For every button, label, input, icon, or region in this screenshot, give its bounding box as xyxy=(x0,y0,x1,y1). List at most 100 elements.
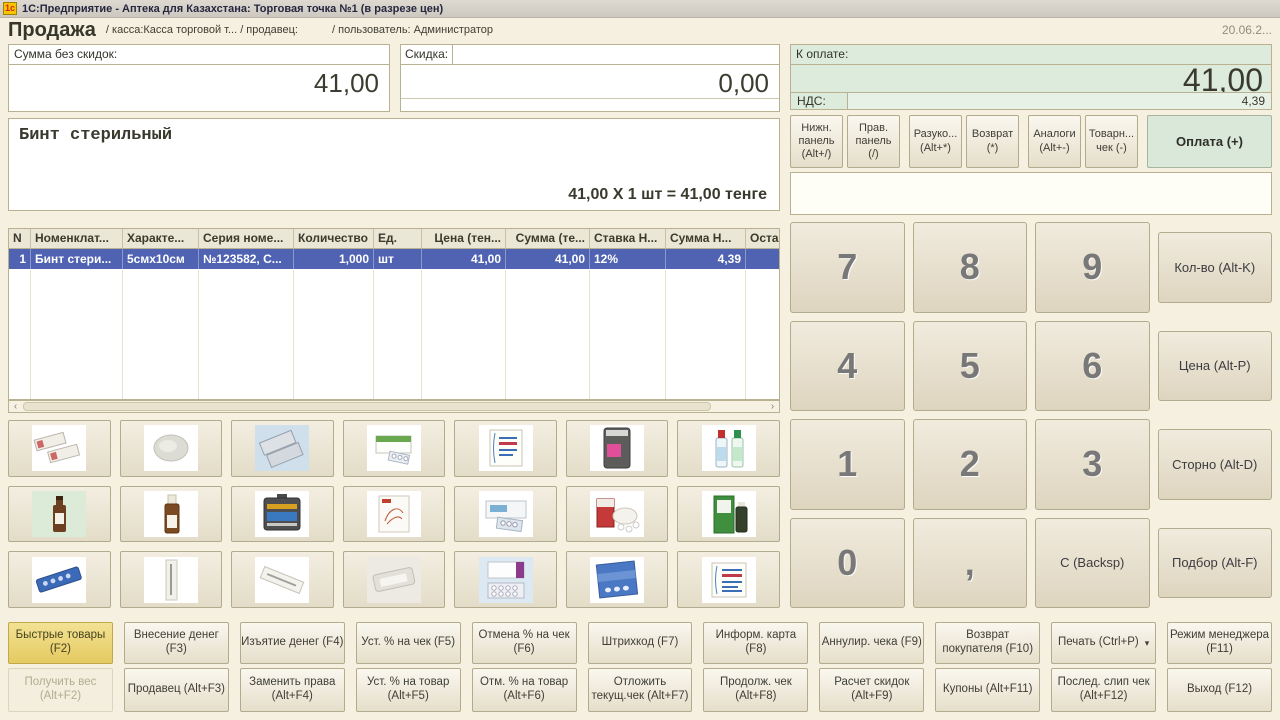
goods-check-button[interactable]: Товарн... чек (-) xyxy=(1085,115,1138,168)
numpad-comma[interactable]: , xyxy=(913,518,1028,609)
bottom-panel-button[interactable]: Нижн. панель (Alt+/) xyxy=(790,115,843,168)
quantity-button[interactable]: Кол-во (Alt-K) xyxy=(1158,232,1273,303)
product-button[interactable] xyxy=(454,420,557,477)
page-header: Продажа / касса:Касса торговой т... / пр… xyxy=(0,18,1280,42)
analogs-button[interactable]: Аналоги (Alt+-) xyxy=(1028,115,1081,168)
hold-check-button[interactable]: Отложить текущ.чек (Alt+F7) xyxy=(588,668,693,712)
discount-extra-field xyxy=(401,98,779,111)
numpad-input[interactable] xyxy=(790,172,1272,215)
bandage-box-pair-photo xyxy=(32,425,86,471)
title-bar: 1с 1С:Предприятие - Аптека для Казахстан… xyxy=(0,0,1280,18)
return-button[interactable]: Возврат (*) xyxy=(966,115,1019,168)
product-button[interactable] xyxy=(8,486,111,543)
seller-button[interactable]: Продавец (Alt+F3) xyxy=(124,668,229,712)
purple-box-blister-photo xyxy=(479,557,533,603)
numpad-8[interactable]: 8 xyxy=(913,222,1028,313)
product-button[interactable] xyxy=(231,420,334,477)
unpack-button[interactable]: Разуко... (Alt+*) xyxy=(909,115,962,168)
product-button[interactable] xyxy=(566,420,669,477)
thermometer-case-photo xyxy=(144,557,198,603)
numpad-2[interactable]: 2 xyxy=(913,419,1028,510)
continue-check-button[interactable]: Продолж. чек (Alt+F8) xyxy=(703,668,808,712)
product-button[interactable] xyxy=(454,486,557,543)
barcode-button[interactable]: Штрихкод (F7) xyxy=(588,622,693,664)
info-card-button[interactable]: Информ. карта (F8) xyxy=(703,622,808,664)
price-button[interactable]: Цена (Alt-P) xyxy=(1158,331,1273,402)
last-slip-button[interactable]: Послед. слип чек (Alt+F12) xyxy=(1051,668,1156,712)
numpad-5[interactable]: 5 xyxy=(913,321,1028,412)
page-title: Продажа xyxy=(8,20,96,40)
table-row[interactable]: 1 Бинт стери... 5смх10см №123582, С... 1… xyxy=(9,249,779,269)
numpad-7[interactable]: 7 xyxy=(790,222,905,313)
spray-can-pair-photo xyxy=(702,425,756,471)
storno-button[interactable]: Сторно (Alt-D) xyxy=(1158,429,1273,500)
numpad-0[interactable]: 0 xyxy=(790,518,905,609)
product-name: Бинт стерильный xyxy=(9,119,779,145)
product-button[interactable] xyxy=(8,420,111,477)
scroll-right-icon[interactable]: › xyxy=(766,401,779,412)
product-button[interactable] xyxy=(566,551,669,608)
product-button[interactable] xyxy=(343,420,446,477)
right-panel-button[interactable]: Прав. панель (/) xyxy=(847,115,900,168)
product-button[interactable] xyxy=(566,486,669,543)
pay-button[interactable]: Оплата (+) xyxy=(1147,115,1272,168)
dark-bag-pink-label-photo xyxy=(590,425,644,471)
coupons-button[interactable]: Купоны (Alt+F11) xyxy=(935,668,1040,712)
customer-return-button[interactable]: Возврат покупателя (F10) xyxy=(935,622,1040,664)
product-button[interactable] xyxy=(120,420,223,477)
table-horizontal-scrollbar[interactable]: ‹ › xyxy=(8,400,780,413)
product-button[interactable] xyxy=(677,420,780,477)
vat-label: НДС: xyxy=(791,93,847,109)
cash-out-button[interactable]: Изъятие денег (F4) xyxy=(240,622,345,664)
blue-blister-strip-photo xyxy=(32,557,86,603)
user-info: / пользователь: Администратор xyxy=(332,24,493,36)
cancel-check-discount-button[interactable]: Отмена % на чек (F6) xyxy=(472,622,577,664)
print-button[interactable]: Печать (Ctrl+P)▾ xyxy=(1051,622,1156,664)
sum-panel: Сумма без скидок: 41,00 xyxy=(8,44,390,112)
product-button[interactable] xyxy=(677,551,780,608)
product-button[interactable] xyxy=(231,486,334,543)
product-button[interactable] xyxy=(231,551,334,608)
green-tablet-box-photo xyxy=(367,425,421,471)
receipt-table: N Номенклат... Характе... Серия номе... … xyxy=(8,228,780,400)
void-check-button[interactable]: Аннулир. чека (F9) xyxy=(819,622,924,664)
product-button[interactable] xyxy=(343,551,446,608)
product-button[interactable] xyxy=(454,551,557,608)
manager-mode-button[interactable]: Режим менеджера (F11) xyxy=(1167,622,1272,664)
product-button[interactable] xyxy=(120,551,223,608)
get-weight-button: Получить вес (Alt+F2) xyxy=(8,668,113,712)
exit-button[interactable]: Выход (F12) xyxy=(1167,668,1272,712)
numpad-3[interactable]: 3 xyxy=(1035,419,1150,510)
cash-in-button[interactable]: Внесение денег (F3) xyxy=(124,622,229,664)
validol-blister-pack-photo xyxy=(590,557,644,603)
quick-goods-button[interactable]: Быстрые товары (F2) xyxy=(8,622,113,664)
cancel-item-discount-button[interactable]: Отм. % на товар (Alt+F6) xyxy=(472,668,577,712)
product-button[interactable] xyxy=(8,551,111,608)
cotton-wool-roll-photo xyxy=(144,425,198,471)
first-aid-case-photo xyxy=(255,491,309,537)
set-item-discount-button[interactable]: Уст. % на товар (Alt+F5) xyxy=(356,668,461,712)
numpad: 7 8 9 Кол-во (Alt-K) 4 5 6 Цена (Alt-P) … xyxy=(790,222,1272,608)
scrollbar-thumb[interactable] xyxy=(23,402,711,411)
product-button[interactable] xyxy=(343,486,446,543)
change-rights-button[interactable]: Заменить права (Alt+F4) xyxy=(240,668,345,712)
scroll-left-icon[interactable]: ‹ xyxy=(9,401,22,412)
set-check-discount-button[interactable]: Уст. % на чек (F5) xyxy=(356,622,461,664)
numpad-1[interactable]: 1 xyxy=(790,419,905,510)
1c-logo-icon: 1с xyxy=(3,2,17,15)
date-display: 20.06.2... xyxy=(1222,23,1272,37)
numpad-9[interactable]: 9 xyxy=(1035,222,1150,313)
table-empty-area xyxy=(9,270,779,399)
numpad-6[interactable]: 6 xyxy=(1035,321,1150,412)
calc-discounts-button[interactable]: Расчет скидок (Alt+F9) xyxy=(819,668,924,712)
table-header: N Номенклат... Характе... Серия номе... … xyxy=(9,229,779,249)
product-button[interactable] xyxy=(677,486,780,543)
wrapped-syringe-photo xyxy=(367,557,421,603)
paper-ampoule-pack-photo xyxy=(479,425,533,471)
product-display: Бинт стерильный 41,00 Х 1 шт = 41,00 тен… xyxy=(8,118,780,211)
product-button[interactable] xyxy=(120,486,223,543)
pill-bottle-box-photo xyxy=(590,491,644,537)
backspace-button[interactable]: C (Backsp) xyxy=(1035,518,1150,609)
numpad-4[interactable]: 4 xyxy=(790,321,905,412)
select-goods-button[interactable]: Подбор (Alt-F) xyxy=(1158,528,1273,599)
